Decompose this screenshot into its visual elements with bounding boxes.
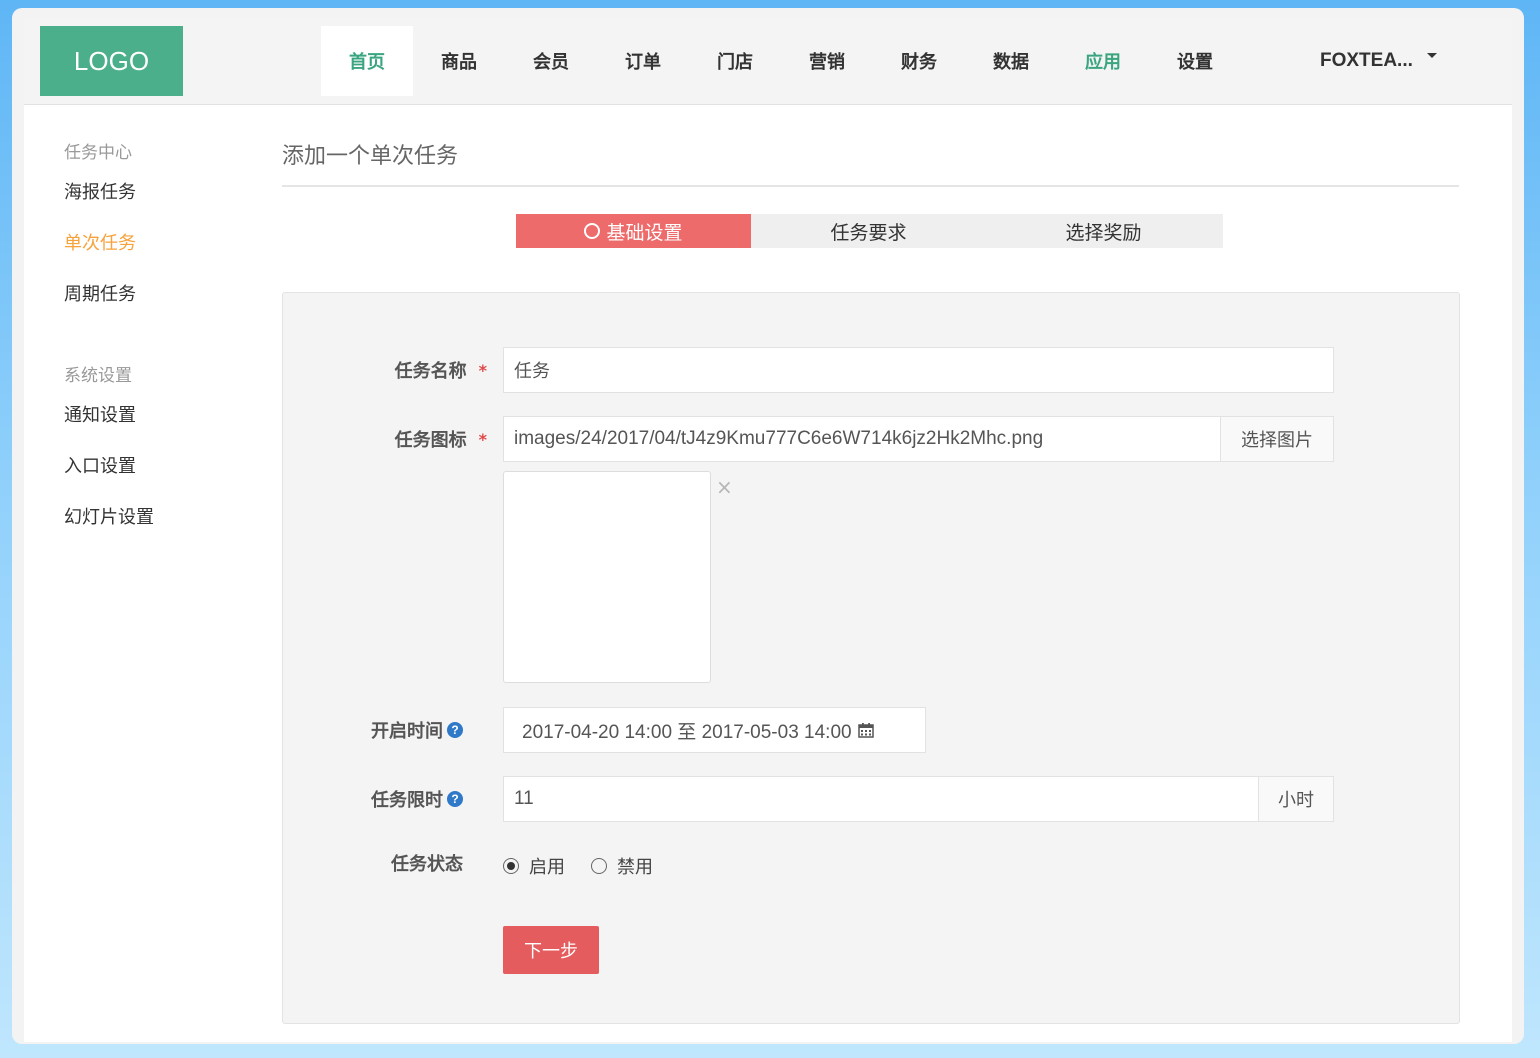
sidebar-item-entry-settings[interactable]: 入口设置 [64,452,264,503]
next-step-button[interactable]: 下一步 [503,926,599,974]
top-nav-bar: LOGO 首页 商品 会员 订单 门店 营销 财务 数据 应用 设置 FOXTE… [24,18,1512,105]
time-limit-input[interactable]: 11 [503,776,1259,822]
nav-item-orders[interactable]: 订单 [597,26,689,96]
page-title: 添加一个单次任务 [282,144,459,169]
main-nav: 首页 商品 会员 订单 门店 营销 财务 数据 应用 设置 [321,26,1241,96]
nav-item-finance[interactable]: 财务 [873,26,965,96]
sidebar-group-task-center: 任务中心 [64,143,132,163]
sidebar-item-poster-task[interactable]: 海报任务 [64,178,264,229]
task-icon-label-text: 任务图标 [394,430,467,451]
step-tab-basic-settings[interactable]: 基础设置 [516,214,751,248]
status-disabled-radio[interactable] [591,858,607,874]
sidebar-group-system-settings: 系统设置 [64,366,132,386]
task-name-input[interactable]: 任务 [503,347,1334,393]
nav-item-goods[interactable]: 商品 [413,26,505,96]
required-mark: * [478,429,487,449]
logo[interactable]: LOGO [40,26,183,96]
caret-down-icon [1426,52,1437,58]
status-enabled-label[interactable]: 启用 [529,853,565,879]
nav-item-settings[interactable]: 设置 [1149,26,1241,96]
step-tab-choose-reward[interactable]: 选择奖励 [986,214,1221,248]
app-frame: LOGO 首页 商品 会员 订单 门店 营销 财务 数据 应用 设置 FOXTE… [12,8,1524,1044]
step-tabs: 基础设置 任务要求 选择奖励 [516,214,1223,248]
status-disabled-label[interactable]: 禁用 [617,853,653,879]
page: LOGO 首页 商品 会员 订单 门店 营销 财务 数据 应用 设置 FOXTE… [24,18,1512,1042]
task-icon-label: 任务图标 * [283,416,487,462]
sidebar: 任务中心 海报任务 单次任务 周期任务 系统设置 通知设置 入口设置 幻灯片设置 [64,138,264,554]
title-divider [282,185,1459,187]
help-icon[interactable]: ? [447,722,463,738]
task-name-label: 任务名称 * [283,347,487,393]
nav-item-marketing[interactable]: 营销 [781,26,873,96]
user-menu[interactable]: FOXTEA... [1320,26,1437,96]
nav-item-stores[interactable]: 门店 [689,26,781,96]
nav-item-members[interactable]: 会员 [505,26,597,96]
time-limit-label-text: 任务限时 [371,790,443,811]
calendar-icon [857,722,874,738]
sidebar-item-slideshow-settings[interactable]: 幻灯片设置 [64,503,264,554]
close-icon[interactable]: × [716,475,733,499]
user-menu-label: FOXTEA... [1320,50,1413,71]
status-enabled-radio[interactable] [503,858,519,874]
date-range-value: 2017-04-20 14:00 至 2017-05-03 14:00 [522,721,852,743]
nav-item-home[interactable]: 首页 [321,26,413,96]
start-time-label: 开启时间 ? [283,707,463,753]
date-range-input[interactable]: 2017-04-20 14:00 至 2017-05-03 14:00 [503,707,926,753]
help-icon[interactable]: ? [447,791,463,807]
time-limit-label: 任务限时 ? [283,776,463,822]
nav-item-apps[interactable]: 应用 [1057,26,1149,96]
task-status-label: 任务状态 [391,854,463,875]
nav-item-data[interactable]: 数据 [965,26,1057,96]
sidebar-item-notification-settings[interactable]: 通知设置 [64,401,264,452]
required-mark: * [478,360,487,380]
task-name-label-text: 任务名称 [394,361,467,382]
step-tab-label: 基础设置 [606,221,683,244]
circle-icon [584,223,601,239]
task-icon-path-input[interactable]: images/24/2017/04/tJ4z9Kmu777C6e6W714k6j… [503,416,1221,462]
sidebar-item-single-task[interactable]: 单次任务 [64,229,264,280]
hours-unit-addon: 小时 [1258,776,1334,822]
choose-image-button[interactable]: 选择图片 [1220,416,1334,462]
sidebar-item-periodic-task[interactable]: 周期任务 [64,280,264,331]
step-tab-task-requirements[interactable]: 任务要求 [751,214,986,248]
task-status-radio-group: 启用 禁用 [503,853,653,879]
form-panel: 任务名称 * 任务 任务图标 * images/24/2017/04/tJ4z9… [282,292,1460,1024]
icon-preview-thumbnail [503,471,711,683]
start-time-label-text: 开启时间 [371,721,443,742]
